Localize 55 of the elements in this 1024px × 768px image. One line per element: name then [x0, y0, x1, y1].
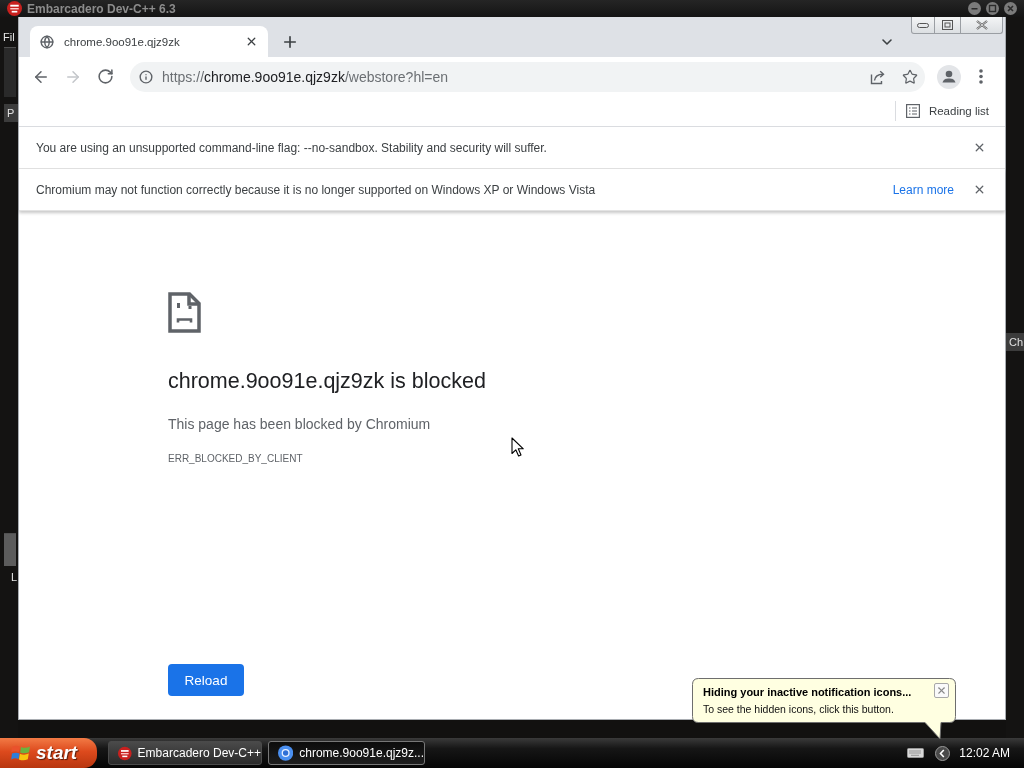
minimize-icon[interactable] — [968, 2, 981, 15]
start-button[interactable]: start — [0, 738, 97, 768]
app-logo-icon — [118, 745, 132, 761]
sad-page-icon — [168, 292, 201, 333]
minimize-icon — [917, 22, 929, 28]
menu-item[interactable]: Fil — [3, 30, 15, 44]
show-hidden-icons-button[interactable] — [935, 745, 951, 761]
windows-flag-icon — [11, 744, 31, 762]
reload-button[interactable]: Reload — [168, 664, 244, 696]
url-text: https://chrome.9oo91e.qjz9zk/webstore?hl=en — [162, 68, 449, 85]
browser-tab[interactable]: chrome.9oo91e.qjz9zk — [30, 26, 268, 57]
avatar-icon[interactable] — [937, 64, 961, 89]
info-icon[interactable] — [139, 69, 153, 84]
minimize-button[interactable] — [911, 17, 935, 34]
taskbar-button[interactable]: chrome.9oo91e.qjz9z... — [268, 741, 425, 765]
close-button[interactable] — [961, 17, 1003, 34]
close-icon — [936, 685, 947, 696]
close-icon[interactable] — [973, 141, 986, 154]
toolbar-drawing — [4, 47, 16, 97]
reading-list-button[interactable]: Reading list — [905, 104, 989, 118]
window-title: Embarcadero Dev-C++ 6.3 — [27, 1, 176, 16]
close-icon — [975, 20, 988, 30]
balloon-title: Hiding your inactive notification icons... — [703, 685, 913, 699]
close-icon[interactable] — [973, 183, 986, 196]
list-icon — [905, 104, 920, 118]
panel-label: L — [11, 570, 18, 584]
panel-tab[interactable]: Ch — [1006, 333, 1024, 351]
close-button[interactable] — [934, 683, 949, 698]
close-icon[interactable] — [245, 35, 258, 48]
error-title: chrome.9oo91e.qjz9zk is blocked — [168, 368, 486, 394]
close-icon[interactable] — [1004, 2, 1017, 15]
balloon-text: To see the hidden icons, click this button. — [703, 702, 895, 716]
star-icon[interactable] — [902, 68, 918, 85]
browser-logo-icon — [278, 745, 294, 761]
globe-icon — [40, 34, 54, 49]
restore-icon — [942, 20, 953, 30]
error-code: ERR_BLOCKED_BY_CLIENT — [168, 452, 303, 466]
clock: 12:02 AM — [959, 746, 1010, 760]
panel-drawing — [4, 533, 16, 566]
app-logo-icon — [7, 1, 22, 16]
error-description: This page has been blocked by Chromium — [168, 415, 431, 433]
more-vertical-icon — [979, 69, 983, 84]
panel-tab[interactable]: P — [4, 104, 18, 122]
infobar-message: You are using an unsupported command-line flag: --no-sandbox. Stability and security will suffer. — [36, 140, 548, 155]
cursor-icon — [511, 437, 524, 457]
restore-icon[interactable] — [986, 2, 999, 15]
reload-icon — [96, 68, 114, 85]
taskbar-button[interactable]: Embarcadero Dev-C++ — [108, 741, 262, 765]
plus-icon — [281, 33, 299, 51]
address-field[interactable]: https://chrome.9oo91e.qjz9zk/webstore?hl=en — [130, 61, 925, 92]
maximize-button[interactable] — [935, 17, 961, 34]
keyboard-icon[interactable] — [907, 748, 925, 758]
infobar-message: Chromium may not function correctly because it is no longer supported on Windows XP or Windows Vista — [36, 182, 597, 197]
learn-more-link[interactable]: Learn more — [892, 182, 954, 197]
share-icon[interactable] — [870, 68, 886, 85]
